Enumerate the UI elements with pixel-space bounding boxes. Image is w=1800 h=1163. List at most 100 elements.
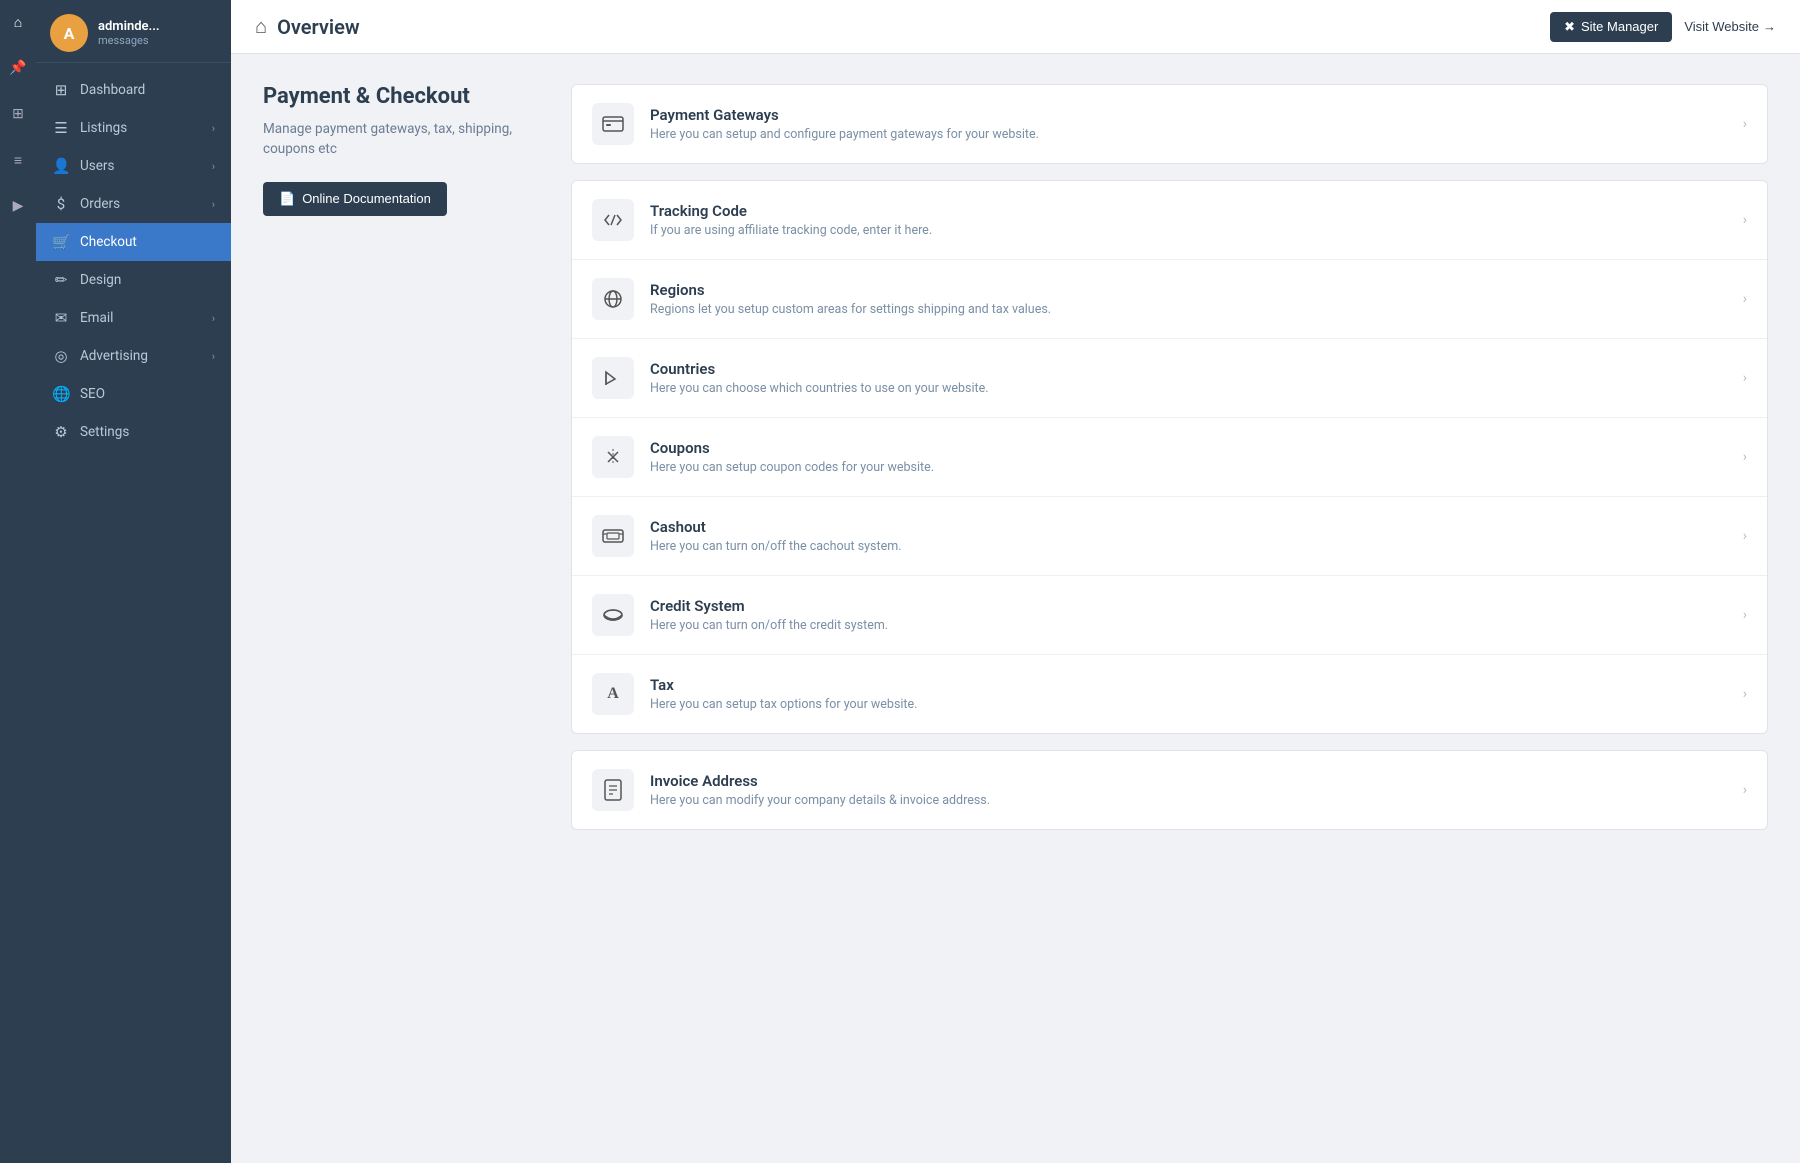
visit-website-button[interactable]: Visit Website → (1684, 19, 1776, 34)
icon-bar-grid[interactable]: ⊞ (4, 100, 32, 128)
users-icon: 👤 (52, 157, 70, 175)
sidebar-label-settings: Settings (80, 424, 215, 440)
site-manager-button[interactable]: ✖ Site Manager (1550, 12, 1672, 42)
sidebar-item-advertising[interactable]: ◎ Advertising › (36, 337, 231, 375)
icon-bar: ⌂ 📌 ⊞ ≡ ▶ (0, 0, 36, 1163)
avatar: A (50, 14, 88, 52)
main-settings-card: Tracking Code If you are using affiliate… (571, 180, 1768, 734)
coupons-arrow-icon: › (1743, 449, 1747, 465)
countries-row[interactable]: Countries Here you can choose which coun… (572, 339, 1767, 418)
users-arrow-icon: › (212, 160, 215, 173)
seo-icon: 🌐 (52, 385, 70, 403)
tracking-code-icon (592, 199, 634, 241)
coupons-title: Coupons (650, 439, 1743, 457)
sidebar-label-advertising: Advertising (80, 348, 202, 364)
sidebar-item-email[interactable]: ✉ Email › (36, 299, 231, 337)
payment-gateways-icon (592, 103, 634, 145)
invoice-address-text: Invoice Address Here you can modify your… (650, 772, 1743, 808)
left-panel: Payment & Checkout Manage payment gatewa… (263, 84, 543, 1133)
sidebar-item-listings[interactable]: ☰ Listings › (36, 109, 231, 147)
credit-system-arrow-icon: › (1743, 607, 1747, 623)
tax-arrow-icon: › (1743, 686, 1747, 702)
top-header: ⌂ Overview ✖ Site Manager Visit Website … (231, 0, 1800, 54)
listings-icon: ☰ (52, 119, 70, 137)
countries-title: Countries (650, 360, 1743, 378)
tax-row[interactable]: A Tax Here you can setup tax options for… (572, 655, 1767, 733)
tax-text: Tax Here you can setup tax options for y… (650, 676, 1743, 712)
checkout-icon: 🛒 (52, 233, 70, 251)
section-title: Payment & Checkout (263, 84, 543, 109)
invoice-address-row[interactable]: Invoice Address Here you can modify your… (572, 751, 1767, 829)
icon-bar-home[interactable]: ⌂ (4, 8, 32, 36)
design-icon: ✏ (52, 271, 70, 289)
icon-bar-play[interactable]: ▶ (4, 192, 32, 220)
payment-gateways-arrow-icon: › (1743, 116, 1747, 132)
sidebar-item-users[interactable]: 👤 Users › (36, 147, 231, 185)
sidebar-item-seo[interactable]: 🌐 SEO (36, 375, 231, 413)
doc-icon: 📄 (279, 191, 295, 207)
regions-title: Regions (650, 281, 1743, 299)
sidebar-label-dashboard: Dashboard (80, 82, 215, 98)
sidebar-label-users: Users (80, 158, 202, 174)
tracking-code-text: Tracking Code If you are using affiliate… (650, 202, 1743, 238)
regions-icon (592, 278, 634, 320)
sidebar-header: A adminde... messages (36, 0, 231, 63)
icon-bar-list[interactable]: ≡ (4, 146, 32, 174)
sidebar-user-sub: messages (98, 34, 160, 47)
cashout-row[interactable]: Cashout Here you can turn on/off the cac… (572, 497, 1767, 576)
sidebar-item-dashboard[interactable]: ⊞ Dashboard (36, 71, 231, 109)
cashout-title: Cashout (650, 518, 1743, 536)
sidebar-item-orders[interactable]: $ Orders › (36, 185, 231, 223)
arrow-right-icon: → (1763, 19, 1776, 34)
regions-row[interactable]: Regions Regions let you setup custom are… (572, 260, 1767, 339)
sidebar-username: adminde... (98, 19, 160, 34)
sidebar-item-settings[interactable]: ⚙ Settings (36, 413, 231, 451)
sidebar-label-email: Email (80, 310, 202, 326)
header-actions: ✖ Site Manager Visit Website → (1550, 12, 1776, 42)
tracking-code-row[interactable]: Tracking Code If you are using affiliate… (572, 181, 1767, 260)
tax-desc: Here you can setup tax options for your … (650, 697, 1743, 712)
main-area: ⌂ Overview ✖ Site Manager Visit Website … (231, 0, 1800, 1163)
credit-system-desc: Here you can turn on/off the credit syst… (650, 618, 1743, 633)
countries-text: Countries Here you can choose which coun… (650, 360, 1743, 396)
coupons-text: Coupons Here you can setup coupon codes … (650, 439, 1743, 475)
payment-gateways-text: Payment Gateways Here you can setup and … (650, 106, 1743, 142)
sidebar-label-seo: SEO (80, 386, 215, 402)
online-documentation-button[interactable]: 📄 Online Documentation (263, 182, 447, 216)
sidebar-item-design[interactable]: ✏ Design (36, 261, 231, 299)
page-title-area: ⌂ Overview (255, 14, 360, 39)
page-title: Overview (277, 15, 360, 39)
credit-system-icon (592, 594, 634, 636)
countries-icon (592, 357, 634, 399)
advertising-icon: ◎ (52, 347, 70, 365)
payment-gateways-card: Payment Gateways Here you can setup and … (571, 84, 1768, 164)
sidebar-label-orders: Orders (80, 196, 202, 212)
sidebar-label-checkout: Checkout (80, 234, 215, 250)
coupons-icon (592, 436, 634, 478)
regions-arrow-icon: › (1743, 291, 1747, 307)
section-description: Manage payment gateways, tax, shipping, … (263, 119, 543, 160)
credit-system-title: Credit System (650, 597, 1743, 615)
sidebar-item-checkout[interactable]: 🛒 Checkout (36, 223, 231, 261)
settings-icon: ⚙ (52, 423, 70, 441)
coupons-row[interactable]: Coupons Here you can setup coupon codes … (572, 418, 1767, 497)
payment-gateways-title: Payment Gateways (650, 106, 1743, 124)
listings-arrow-icon: › (212, 122, 215, 135)
regions-text: Regions Regions let you setup custom are… (650, 281, 1743, 317)
cashout-text: Cashout Here you can turn on/off the cac… (650, 518, 1743, 554)
advertising-arrow-icon: › (212, 350, 215, 363)
credit-system-text: Credit System Here you can turn on/off t… (650, 597, 1743, 633)
payment-gateways-row[interactable]: Payment Gateways Here you can setup and … (572, 85, 1767, 163)
credit-system-row[interactable]: Credit System Here you can turn on/off t… (572, 576, 1767, 655)
dashboard-icon: ⊞ (52, 81, 70, 99)
invoice-address-arrow-icon: › (1743, 782, 1747, 798)
right-panel: Payment Gateways Here you can setup and … (571, 84, 1768, 1133)
cashout-desc: Here you can turn on/off the cachout sys… (650, 539, 1743, 554)
cashout-arrow-icon: › (1743, 528, 1747, 544)
payment-gateways-desc: Here you can setup and configure payment… (650, 127, 1743, 142)
icon-bar-pin[interactable]: 📌 (4, 54, 32, 82)
invoice-address-title: Invoice Address (650, 772, 1743, 790)
countries-desc: Here you can choose which countries to u… (650, 381, 1743, 396)
coupons-desc: Here you can setup coupon codes for your… (650, 460, 1743, 475)
content-area: Payment & Checkout Manage payment gatewa… (231, 54, 1800, 1163)
